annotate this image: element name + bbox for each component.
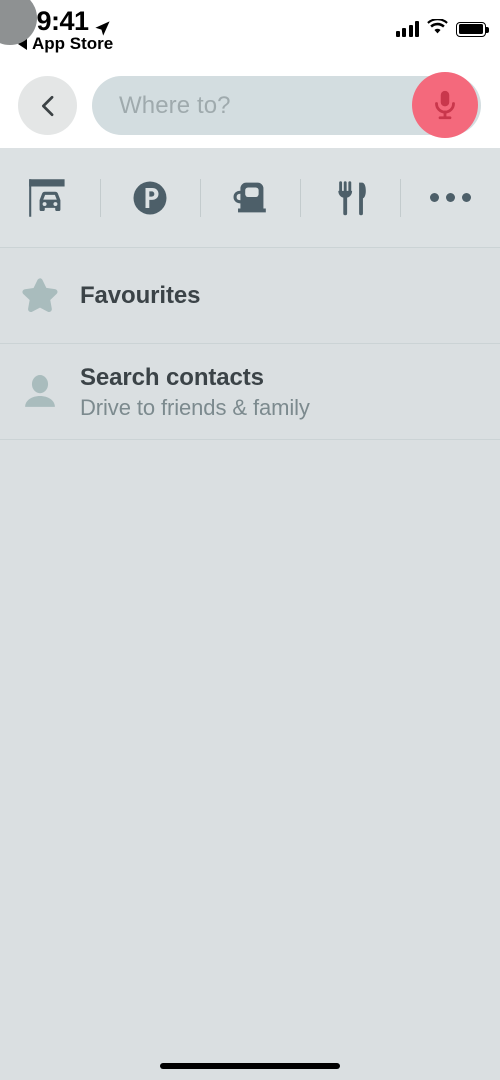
favourites-icon-wrap — [0, 273, 80, 319]
person-icon — [25, 374, 55, 407]
microphone-icon — [435, 90, 455, 120]
search-field[interactable]: Where to? — [92, 72, 481, 138]
status-bar-indicators — [395, 17, 489, 40]
back-button[interactable] — [18, 76, 77, 135]
category-parking[interactable] — [100, 148, 200, 247]
content-area — [0, 441, 500, 1080]
car-under-canopy-icon — [29, 178, 65, 217]
contacts-subtitle: Drive to friends & family — [80, 394, 310, 420]
location-arrow-icon — [94, 13, 111, 36]
star-icon — [22, 277, 58, 312]
category-car-wash[interactable] — [0, 148, 100, 247]
chevron-left-icon — [41, 95, 53, 116]
cellular-signal-icon — [395, 21, 419, 37]
search-input-placeholder: Where to? — [119, 91, 231, 119]
status-bar-time: 09:41 — [22, 6, 89, 36]
contacts-icon-wrap — [0, 371, 80, 413]
home-indicator[interactable] — [160, 1063, 340, 1069]
category-fuel[interactable] — [200, 148, 300, 247]
back-to-app-label: App Store — [32, 34, 114, 53]
header: 09:41 App Store Where to? — [0, 0, 500, 148]
wifi-icon — [427, 17, 448, 40]
favourites-title: Favourites — [80, 282, 201, 309]
category-more[interactable] — [400, 148, 500, 247]
fork-knife-icon — [338, 180, 366, 215]
back-to-app-link[interactable]: App Store — [18, 34, 113, 54]
triangle-left-icon — [18, 38, 27, 50]
contacts-text: Search contacts Drive to friends & famil… — [80, 363, 310, 421]
parking-p-icon — [133, 181, 167, 214]
category-toolbar — [0, 148, 500, 248]
status-bar: 09:41 App Store — [0, 0, 500, 58]
list-item-favourites[interactable]: Favourites — [0, 248, 500, 344]
fuel-pump-icon — [233, 182, 266, 212]
contacts-title: Search contacts — [80, 363, 264, 391]
voice-search-button[interactable] — [412, 72, 478, 138]
category-restaurant[interactable] — [300, 148, 400, 247]
more-dots-icon — [429, 193, 471, 202]
app-root: 09:41 App Store Where to? Favourites Sea… — [0, 0, 500, 1080]
favourites-text: Favourites — [80, 281, 200, 310]
battery-full-icon — [456, 21, 489, 37]
list-item-search-contacts[interactable]: Search contacts Drive to friends & famil… — [0, 344, 500, 440]
status-bar-time-group: 09:41 — [22, 6, 111, 36]
